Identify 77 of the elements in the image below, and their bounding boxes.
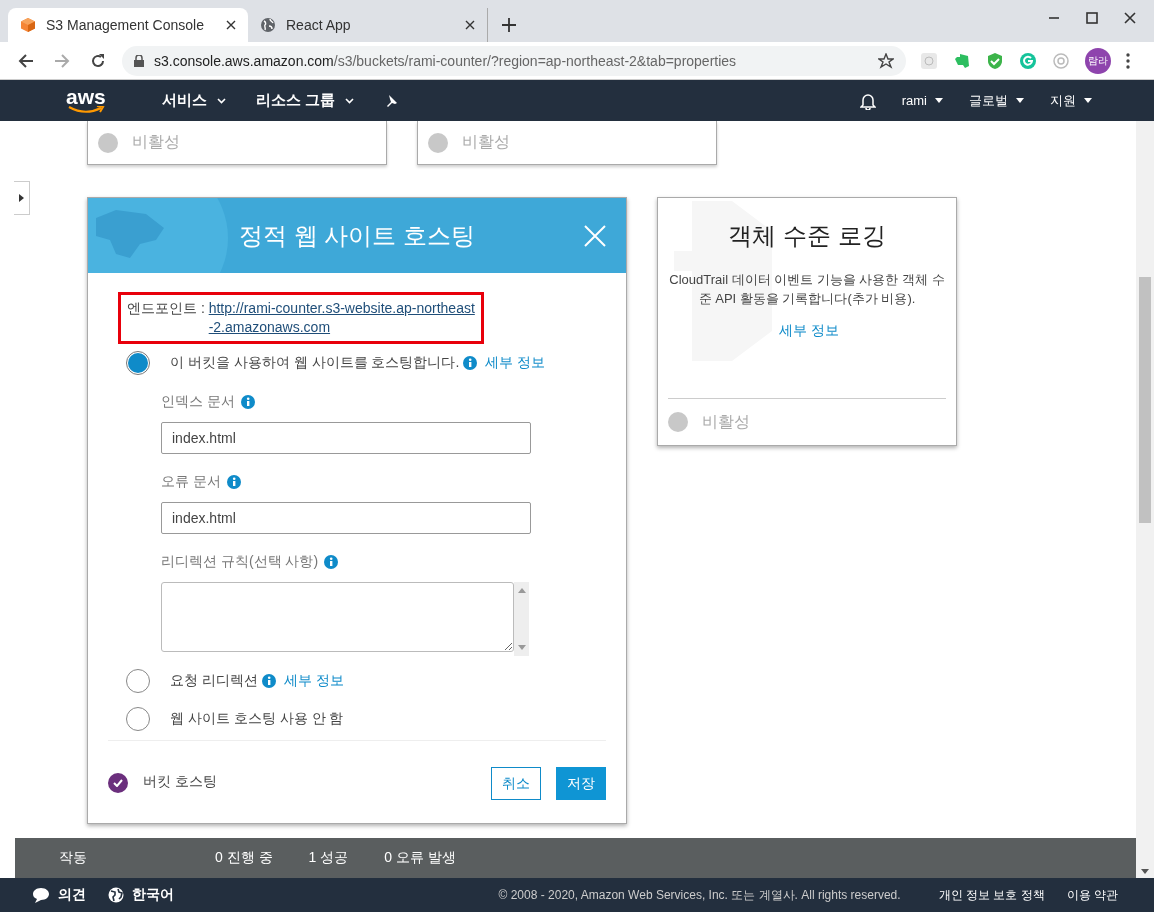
back-icon[interactable] (18, 52, 34, 69)
caret-icon (1084, 98, 1092, 103)
field-label: 인덱스 문서 (161, 393, 235, 411)
globe-icon[interactable] (108, 887, 124, 903)
dialog-title: 정적 웹 사이트 호스팅 (239, 220, 475, 251)
nav-menu[interactable]: 리소스 그룹 (255, 91, 354, 110)
details-link[interactable]: 세부 정보 (485, 354, 546, 372)
shield-icon[interactable] (986, 51, 1004, 70)
new-tab-icon[interactable] (502, 18, 516, 32)
aws-logo[interactable]: aws (66, 87, 106, 114)
triangle-icon (19, 194, 24, 202)
status-label: 비활성 (132, 132, 180, 152)
status-count: 0 진행 중 (215, 849, 273, 867)
status-label: 비활성 (462, 132, 510, 152)
nav-menu[interactable]: 지원 (1050, 91, 1092, 110)
browser-tab[interactable]: S3 Management Console (8, 8, 248, 42)
target-icon[interactable] (1052, 51, 1070, 70)
cancel-button[interactable]: 취소 (491, 767, 541, 800)
input-field[interactable]: index.html (161, 502, 531, 534)
status-label: 작동 (59, 849, 88, 867)
footer-link[interactable]: 이용 약관 (1066, 886, 1118, 904)
status-count: 0 오류 발생 (384, 849, 456, 867)
status-count: 1 성공 (308, 849, 349, 867)
summary-label: 버킷 호스팅 (143, 773, 217, 791)
globe-icon (260, 17, 276, 33)
close-icon[interactable] (1124, 12, 1136, 24)
info-icon[interactable] (240, 395, 255, 409)
info-icon[interactable] (226, 475, 241, 489)
caret-icon (935, 98, 943, 103)
info-icon[interactable] (261, 674, 276, 688)
scrollbar[interactable] (1136, 121, 1154, 838)
card-description: CloudTrail 데이터 이벤트 기능을 사용한 객체 수준 API 활동을 기록합니다(추가 비용). (668, 271, 946, 308)
radio-button[interactable] (126, 351, 150, 375)
caret-icon (344, 97, 354, 104)
details-link[interactable]: 세부 정보 (283, 672, 344, 690)
lock-icon (134, 54, 144, 67)
option-label: 웹 사이트 호스팅 사용 안 함 (170, 710, 344, 728)
nav-menu[interactable]: rami (901, 93, 943, 108)
info-icon[interactable] (324, 555, 339, 569)
field-label: 리디렉션 규칙(선택 사항) (161, 553, 319, 571)
caret-icon (1016, 98, 1024, 103)
option-label: 이 버킷을 사용하여 웹 사이트를 호스팅합니다. (170, 354, 460, 372)
option-label: 요청 리디렉션 (170, 672, 258, 690)
endpoint-label: 엔드포인트 : (127, 299, 206, 318)
copyright-text: © 2008 - 2020, Amazon Web Services, Inc. 또는 계열사. All rights reserved. (498, 886, 901, 904)
bell-icon[interactable] (859, 91, 876, 110)
speech-bubble-icon[interactable] (32, 887, 50, 903)
scroll-up-icon[interactable] (517, 588, 526, 593)
footer-link[interactable]: 개인 정보 보호 정책 (938, 886, 1045, 904)
scrollbar[interactable] (514, 582, 529, 656)
sidebar-toggle[interactable] (14, 181, 30, 215)
address-field[interactable]: s3.console.aws.amazon.com/s3/buckets/rami-counter/?region=ap-northeast-2&tab=properties (122, 45, 906, 76)
g-icon[interactable] (1019, 51, 1037, 70)
textarea-field[interactable] (161, 582, 514, 652)
profile-avatar[interactable]: 람라 (1085, 47, 1111, 74)
star-icon[interactable] (878, 52, 894, 69)
info-icon[interactable] (463, 356, 478, 370)
field-label: 오류 문서 (161, 473, 221, 491)
maximize-icon[interactable] (1086, 12, 1098, 24)
caret-icon (216, 97, 226, 104)
nav-menu[interactable]: 글로벌 (969, 91, 1024, 110)
feedback-link[interactable]: 의견 (58, 886, 86, 904)
menu-icon[interactable] (1126, 52, 1130, 69)
extension-icon[interactable] (920, 51, 938, 70)
scroll-down-icon[interactable] (1141, 869, 1149, 874)
close-icon[interactable] (465, 20, 475, 30)
close-icon[interactable] (226, 20, 236, 30)
nav-menu[interactable]: 서비스 (161, 91, 226, 110)
status-label: 비활성 (702, 411, 750, 432)
cube-icon (20, 17, 36, 33)
input-field[interactable]: index.html (161, 422, 531, 454)
forward-icon[interactable] (54, 52, 70, 69)
card-title: 객체 수준 로깅 (728, 221, 886, 251)
endpoint-link[interactable]: http://rami-counter.s3-website.ap-northeast-2.amazonaws.com (208, 299, 475, 337)
language-link[interactable]: 한국어 (132, 886, 174, 904)
details-link[interactable]: 세부 정보 (779, 322, 839, 340)
reload-icon[interactable] (90, 52, 106, 69)
